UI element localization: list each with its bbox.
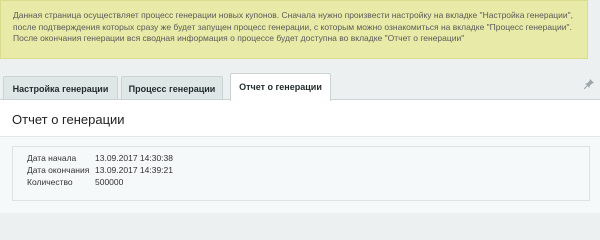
tab-generation-report[interactable]: Отчет о генерации xyxy=(230,73,331,101)
notice-text: Данная страница осуществляет процесс ген… xyxy=(13,10,574,43)
page-title: Отчет о генерации xyxy=(12,112,125,127)
report-panel: Отчет о генерации Дата начала 13.09.2017… xyxy=(0,99,600,213)
report-value: 13.09.2017 14:39:21 xyxy=(95,165,173,175)
report-value: 500000 xyxy=(95,177,124,187)
report-summary: Дата начала 13.09.2017 14:30:38 Дата око… xyxy=(12,146,590,201)
report-label: Количество xyxy=(27,177,73,187)
tab-bar: Настройка генерации Процесс генерации От… xyxy=(0,73,600,101)
tab-generation-settings[interactable]: Настройка генерации xyxy=(3,76,118,100)
report-label: Дата окончания xyxy=(27,165,90,175)
report-value: 13.09.2017 14:30:38 xyxy=(95,153,173,163)
tab-generation-process[interactable]: Процесс генерации xyxy=(121,76,223,100)
pin-icon-svg xyxy=(583,79,594,90)
report-label: Дата начала xyxy=(27,153,77,163)
panel-header: Отчет о генерации xyxy=(0,100,600,137)
info-notice: Данная страница осуществляет процесс ген… xyxy=(0,0,588,59)
pin-icon[interactable] xyxy=(583,79,594,90)
